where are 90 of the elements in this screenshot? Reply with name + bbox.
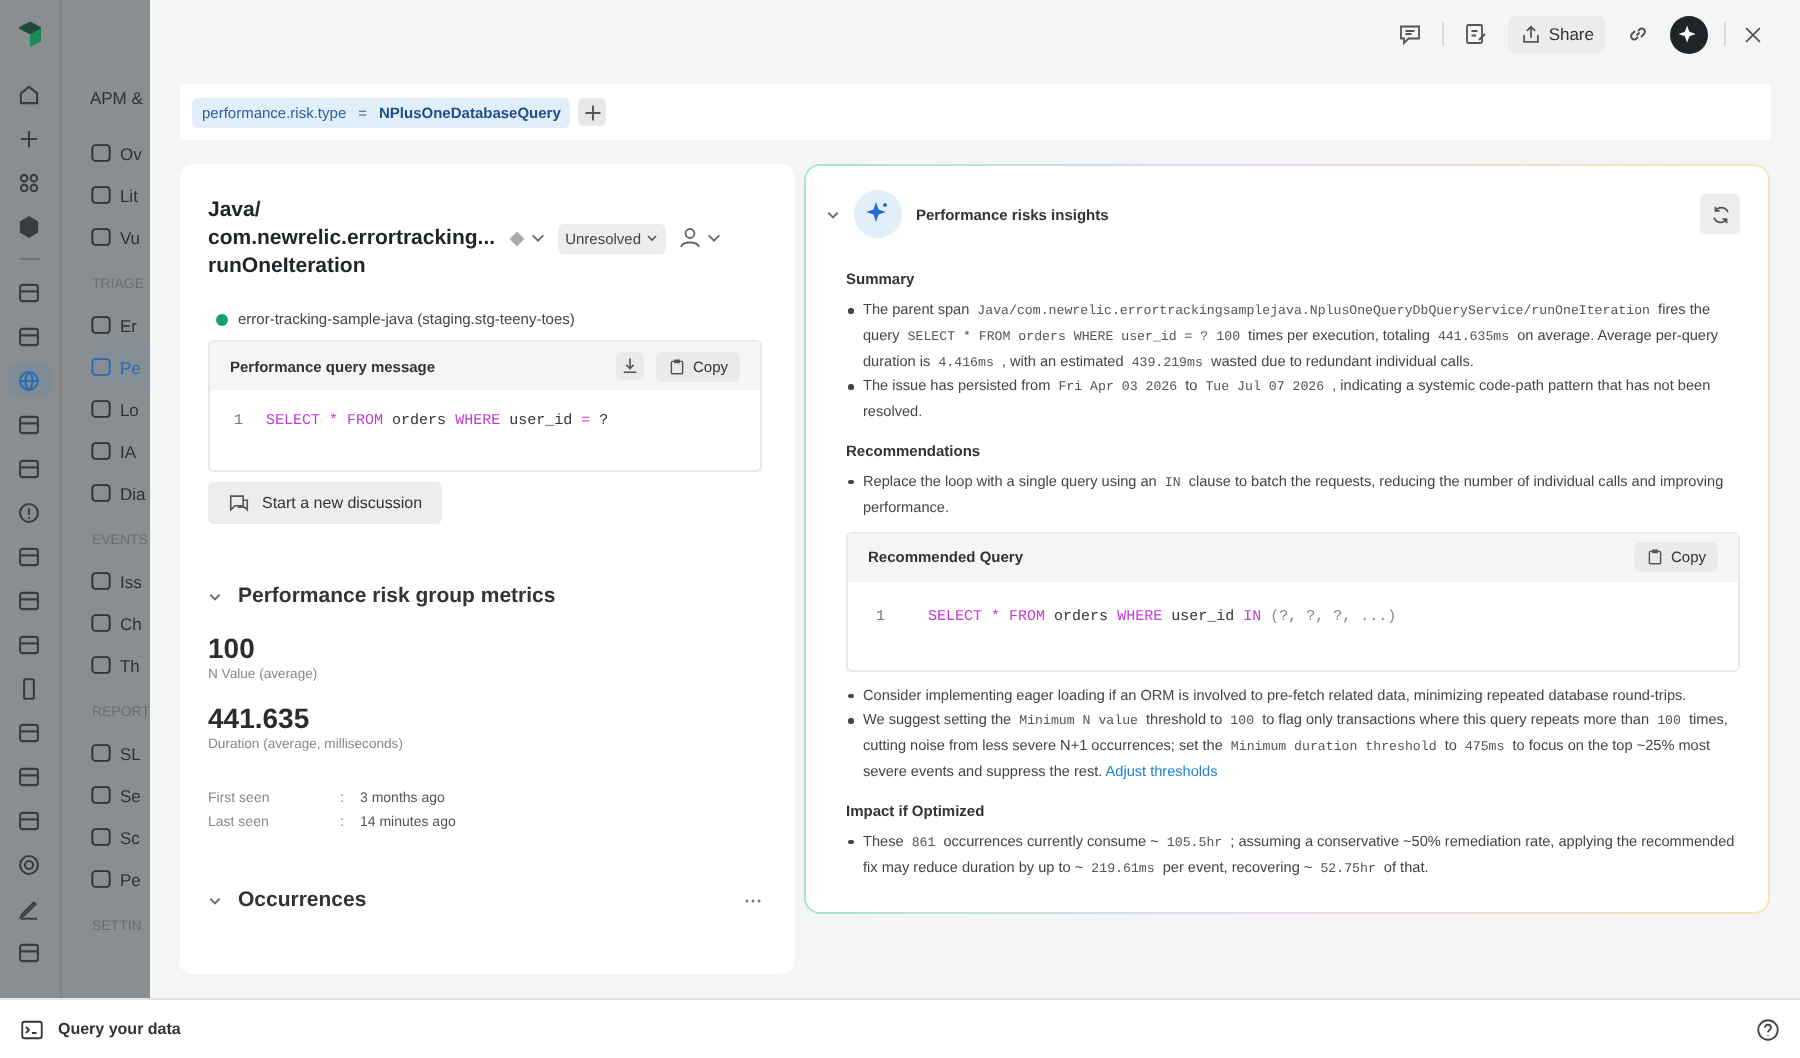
- square-icon: [89, 612, 112, 634]
- nav-item[interactable]: Lit: [89, 174, 150, 216]
- chevron-down-icon[interactable]: [208, 589, 222, 603]
- square-icon: [89, 440, 112, 462]
- refresh-icon: [1709, 203, 1731, 225]
- person-icon: [677, 226, 702, 250]
- square-icon: [89, 314, 112, 336]
- square-icon: [89, 184, 112, 206]
- chevron-down-icon: [645, 231, 658, 243]
- panel-icon: [16, 543, 43, 569]
- nav-item[interactable]: Er: [89, 304, 150, 346]
- square-icon: [89, 784, 112, 806]
- sparkle-icon: [854, 190, 902, 238]
- query-data-link[interactable]: Query your data: [58, 1020, 181, 1038]
- plus-icon: [583, 103, 602, 121]
- square-icon: [89, 226, 112, 248]
- square-icon: [89, 398, 112, 420]
- panel-icon: [16, 719, 43, 745]
- nav-item[interactable]: Ch: [89, 602, 150, 644]
- nav-item[interactable]: Lo: [89, 388, 150, 430]
- square-icon: [89, 868, 112, 890]
- panel-icon: [16, 323, 43, 349]
- panel-icon: [16, 279, 43, 305]
- download-icon: [620, 356, 641, 376]
- bullet-icon: [848, 384, 853, 390]
- health-dot: [216, 313, 228, 325]
- panel-icon: [16, 631, 43, 657]
- panel-icon: [16, 411, 43, 437]
- download-button[interactable]: [616, 352, 645, 380]
- bullet-icon: [848, 839, 853, 845]
- square-icon: [89, 356, 112, 378]
- refresh-button[interactable]: [1700, 194, 1740, 234]
- panel-icon: [16, 807, 43, 833]
- chevron-down-icon[interactable]: [208, 893, 222, 907]
- issue-title: Java/ com.newrelic.errortracking... runOneIteration: [208, 196, 496, 280]
- section-title: Performance risk group metrics: [238, 584, 556, 608]
- section-title: Occurrences: [238, 888, 367, 912]
- metric-value: 100: [208, 632, 257, 664]
- square-icon: [89, 742, 112, 764]
- target-icon: [16, 851, 43, 877]
- clipboard-icon: [1646, 548, 1665, 567]
- share-button[interactable]: Share: [1508, 15, 1606, 53]
- share-icon: [1520, 23, 1543, 45]
- diamond-icon: [507, 229, 526, 247]
- nav-item[interactable]: Sc: [89, 816, 150, 858]
- nav-item[interactable]: Se: [89, 774, 150, 816]
- bullet-icon: [848, 693, 853, 699]
- square-icon: [89, 482, 112, 504]
- square-icon: [89, 826, 112, 848]
- more-icon[interactable]: [744, 897, 762, 903]
- panel-icon: [16, 455, 43, 481]
- add-filter-button[interactable]: [578, 98, 607, 126]
- square-icon: [89, 654, 112, 676]
- bullet-icon: [848, 718, 853, 724]
- priority-dropdown[interactable]: [507, 229, 546, 247]
- pen-icon: [16, 895, 43, 921]
- start-discussion-button[interactable]: Start a new discussion: [208, 482, 443, 524]
- sparkle-icon[interactable]: [1670, 15, 1708, 53]
- nav-item[interactable]: Pe: [89, 858, 150, 900]
- nav-item[interactable]: Th: [89, 644, 150, 686]
- panel-icon: [16, 587, 43, 613]
- grid-icon: [16, 169, 43, 195]
- hexagon-icon: [16, 213, 43, 239]
- chevron-down-icon: [705, 230, 722, 246]
- square-icon: [89, 570, 112, 592]
- nav-item[interactable]: SL: [89, 732, 150, 774]
- nav-item[interactable]: Vu: [89, 216, 150, 258]
- assignee-dropdown[interactable]: [677, 226, 722, 250]
- chat-icon: [228, 492, 250, 514]
- chevron-down-icon: [529, 230, 546, 246]
- nav-item[interactable]: Ov: [89, 132, 150, 174]
- metric-value: 441.635: [208, 702, 312, 734]
- alert-icon: [16, 499, 43, 525]
- plus-icon: [16, 125, 43, 151]
- panel-icon: [16, 939, 43, 965]
- clipboard-icon: [668, 357, 687, 375]
- terminal-icon[interactable]: [20, 1017, 44, 1041]
- square-icon: [89, 142, 112, 164]
- help-icon[interactable]: [1756, 1017, 1780, 1041]
- nav-item[interactable]: Dia: [89, 472, 150, 514]
- globe-icon: [16, 367, 43, 393]
- chevron-down-icon[interactable]: [826, 207, 840, 221]
- nav-heading: APM &: [89, 88, 145, 108]
- bullet-icon: [848, 479, 853, 485]
- nav-item[interactable]: IA: [89, 430, 150, 472]
- home-icon: [16, 81, 43, 107]
- nav-item[interactable]: Iss: [89, 560, 150, 602]
- close-icon[interactable]: [1742, 23, 1764, 45]
- bullet-icon: [848, 308, 853, 313]
- panel-icon: [16, 763, 43, 789]
